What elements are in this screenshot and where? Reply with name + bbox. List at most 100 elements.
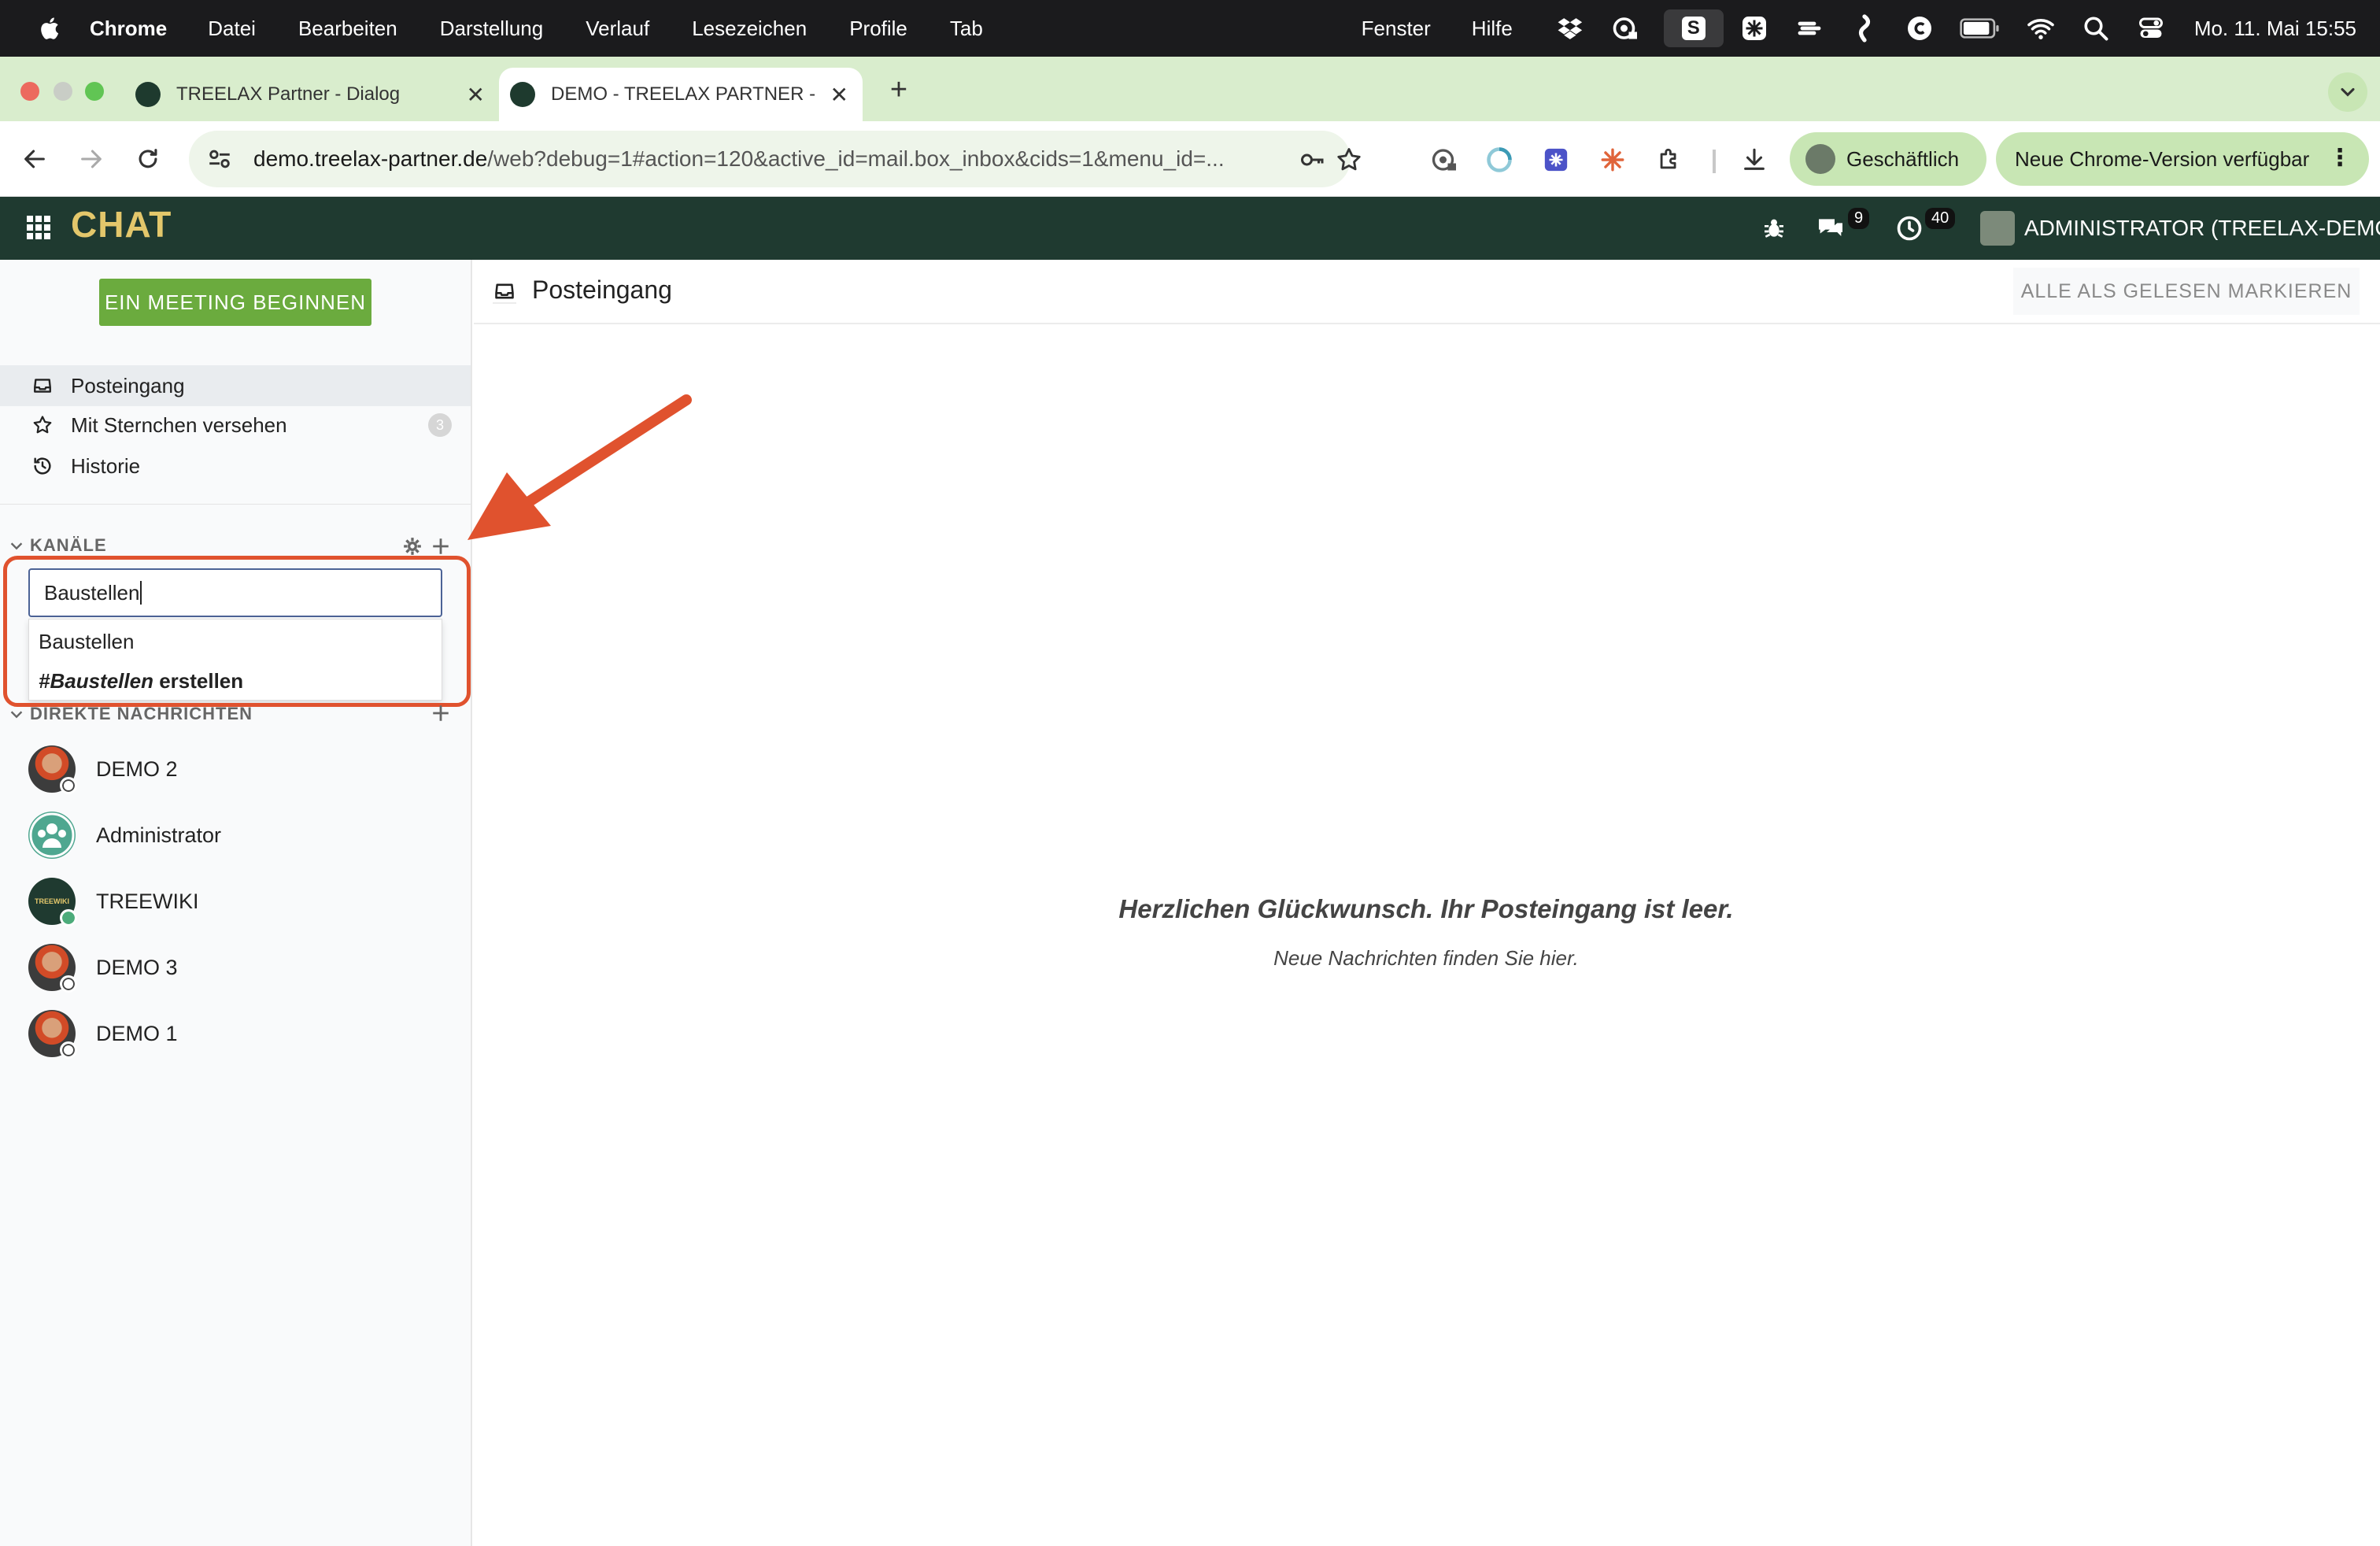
debug-bug-icon[interactable] (1758, 213, 1790, 244)
menu-datei[interactable]: Datei (208, 17, 256, 41)
avatar (28, 944, 77, 993)
dm-item-demo-3[interactable]: DEMO 3 (0, 940, 471, 995)
start-meeting-button[interactable]: EIN MEETING BEGINNEN (99, 279, 371, 326)
user-avatar (1980, 211, 2015, 246)
app-brand[interactable]: CHAT (71, 203, 172, 246)
s-app-label: S (1681, 17, 1706, 40)
profile-button[interactable]: Geschäftlich (1790, 132, 1986, 186)
activity-clock-icon[interactable] (1894, 213, 1925, 244)
new-tab-button[interactable]: + (881, 72, 916, 107)
profile-label: Geschäftlich (1846, 146, 1960, 171)
spotlight-icon[interactable] (2079, 14, 2112, 43)
kebab-menu-icon[interactable]: ⋮ (2328, 146, 2352, 170)
macos-menubar: Chrome Datei Bearbeiten Darstellung Verl… (0, 0, 2380, 57)
add-direct-message-plus-icon[interactable] (430, 702, 452, 724)
wifi-icon[interactable] (2024, 14, 2057, 43)
dm-item-demo-2[interactable]: DEMO 2 (0, 742, 471, 797)
channels-section-header[interactable]: KANÄLE (8, 534, 107, 557)
chevron-down-icon (10, 711, 23, 719)
menu-tab[interactable]: Tab (950, 17, 983, 41)
online-status-icon (60, 909, 77, 926)
reload-button[interactable] (129, 140, 167, 178)
vpn-extension-icon[interactable] (1429, 145, 1459, 175)
stack-icon[interactable] (1848, 14, 1881, 43)
control-center-icon[interactable] (2134, 14, 2168, 43)
dm-name: DEMO 2 (96, 756, 178, 781)
activities-count-badge: 40 (1925, 208, 1956, 229)
browser-tab-dialog[interactable]: TREELAX Partner - Dialog ✕ (120, 68, 499, 121)
battery-icon[interactable] (1958, 14, 2002, 43)
add-channel-plus-icon[interactable] (430, 535, 452, 557)
sidebar-item-inbox[interactable]: Posteingang (0, 365, 471, 406)
messages-icon[interactable] (1815, 213, 1846, 244)
claude-extension-icon[interactable] (1598, 145, 1628, 175)
offline-status-icon (60, 777, 77, 794)
address-bar[interactable]: demo.treelax-partner.de/web?debug=1#acti… (189, 131, 1361, 187)
dm-item-demo-1[interactable]: DEMO 1 (0, 1006, 471, 1061)
menu-hilfe[interactable]: Hilfe (1472, 17, 1513, 41)
menu-profile[interactable]: Profile (849, 17, 907, 41)
apps-grid-icon[interactable] (27, 216, 50, 239)
downloads-icon[interactable] (1739, 145, 1769, 175)
sidebar-item-label: Mit Sternchen versehen (71, 412, 287, 437)
chevron-down-icon (10, 542, 23, 550)
dm-item-treewiki[interactable]: TREEWIKI TREEWIKI (0, 874, 471, 929)
address-url[interactable]: demo.treelax-partner.de/web?debug=1#acti… (253, 146, 1284, 172)
inbox-icon (31, 375, 54, 397)
dropbox-icon[interactable] (1554, 14, 1587, 43)
menu-fenster[interactable]: Fenster (1362, 17, 1431, 41)
dm-item-administrator[interactable]: Administrator (0, 808, 471, 863)
vpn-icon[interactable] (1609, 14, 1642, 43)
channels-header-label: KANÄLE (30, 535, 107, 555)
menubar-datetime[interactable]: Mo. 11. Mai 15:55 (2194, 17, 2356, 41)
sidebar-item-starred[interactable]: Mit Sternchen versehen 3 (0, 405, 471, 446)
mark-all-read-button[interactable]: ALLE ALS GELESEN MARKIEREN (2013, 268, 2360, 315)
menu-bearbeiten[interactable]: Bearbeiten (298, 17, 397, 41)
group-avatar-icon (28, 812, 76, 859)
avatar (28, 1010, 77, 1059)
sync-extension-icon[interactable] (1484, 145, 1514, 175)
chrome-update-button[interactable]: Neue Chrome-Version verfügbar ⋮ (1996, 132, 2369, 186)
window-minimize-button[interactable] (54, 82, 72, 101)
layers-icon[interactable] (1793, 14, 1826, 43)
back-button[interactable] (16, 140, 54, 178)
direct-messages-header-label: DIREKTE NACHRICHTEN (30, 704, 253, 723)
sidebar-item-label: Historie (71, 453, 141, 478)
menu-lesezeichen[interactable]: Lesezeichen (692, 17, 807, 41)
menu-app-name[interactable]: Chrome (90, 17, 167, 41)
annotation-highlight-box (3, 556, 471, 707)
annotation-arrow-icon (468, 394, 692, 540)
offline-status-icon (60, 1041, 77, 1059)
toolbar-divider (1713, 150, 1716, 173)
tab-close-icon[interactable]: ✕ (830, 82, 848, 108)
page-title: Posteingang (532, 276, 672, 304)
profile-avatar (1805, 144, 1835, 174)
sidebar-item-history[interactable]: Historie (0, 446, 471, 486)
bookmark-star-icon[interactable] (1335, 146, 1363, 174)
key-icon[interactable] (1299, 146, 1327, 174)
sidebar-divider (0, 504, 471, 505)
window-close-button[interactable] (20, 82, 39, 101)
extensions-puzzle-icon[interactable] (1654, 145, 1684, 175)
snowflake-extension-icon[interactable] (1541, 145, 1571, 175)
empty-inbox-title: Herzlichen Glückwunsch. Ihr Posteingang … (1118, 894, 1734, 923)
c-app-icon[interactable] (1903, 14, 1936, 43)
browser-tab-demo[interactable]: DEMO - TREELAX PARTNER - ✕ (499, 68, 863, 121)
tab-search-button[interactable] (2328, 72, 2367, 112)
starred-counter-badge: 3 (428, 413, 452, 437)
offline-status-icon (60, 975, 77, 993)
window-zoom-button[interactable] (85, 82, 104, 101)
s-app-icon[interactable]: S (1663, 9, 1724, 47)
user-menu[interactable]: ADMINISTRATOR (TREELAX-DEMO) (1980, 211, 2380, 246)
snowflake-icon[interactable] (1738, 14, 1771, 43)
channels-settings-gear-icon[interactable] (401, 535, 423, 557)
forward-button[interactable] (72, 140, 110, 178)
menu-darstellung[interactable]: Darstellung (440, 17, 544, 41)
apple-icon[interactable] (38, 15, 61, 42)
reload-icon (139, 149, 157, 168)
menu-verlauf[interactable]: Verlauf (586, 17, 649, 41)
messages-count-badge: 9 (1848, 208, 1870, 229)
tab-close-icon[interactable]: ✕ (467, 82, 485, 108)
site-settings-icon[interactable] (206, 146, 233, 172)
direct-messages-section-header[interactable]: DIREKTE NACHRICHTEN (8, 702, 253, 726)
